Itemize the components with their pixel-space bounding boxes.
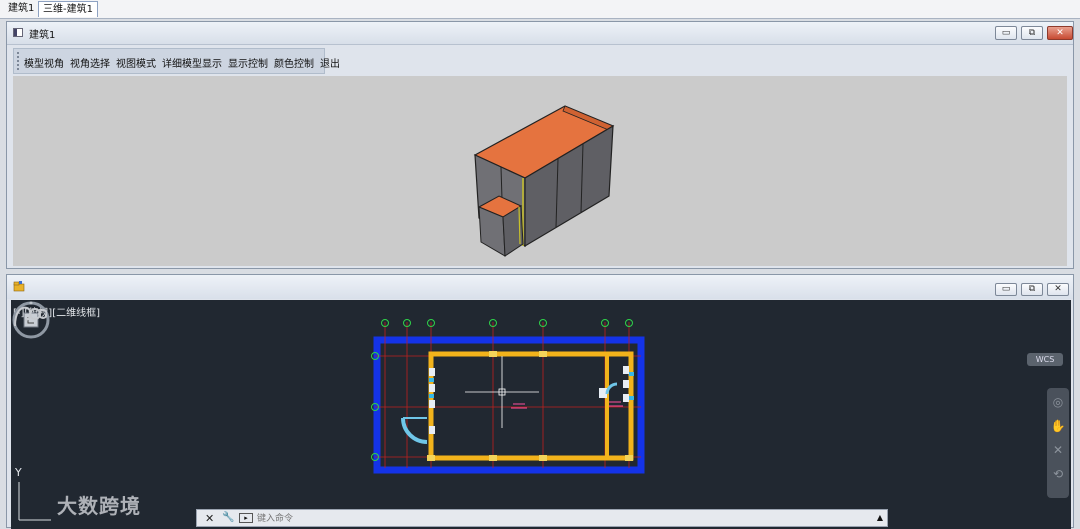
cad-window-titlebar: ▭ ⧉ ✕ — [7, 275, 1073, 299]
folder-icon — [13, 281, 25, 292]
document-tabs: 建筑1 三维-建筑1 — [0, 0, 1080, 19]
orbit-icon[interactable]: ⟲ — [1050, 466, 1066, 482]
floor-plan: Y — [14, 319, 645, 521]
menu-view-mode[interactable]: 视图模式 — [116, 55, 156, 70]
restore-button[interactable]: ⧉ — [1021, 26, 1043, 40]
menu-exit[interactable]: 退出 — [320, 55, 340, 70]
steering-wheel-icon[interactable]: ◎ — [1050, 394, 1066, 410]
menu-model-view[interactable]: 模型视角 — [24, 55, 64, 70]
wcs-button[interactable]: WCS — [1027, 353, 1063, 366]
building-3d-model — [473, 105, 615, 257]
cad-close-button[interactable]: ✕ — [1047, 283, 1069, 296]
watermark-text: 大数跨境 — [57, 494, 141, 518]
menu-display-control[interactable]: 显示控制 — [228, 55, 268, 70]
command-input[interactable] — [257, 512, 857, 525]
menu-detail-model[interactable]: 详细模型显示 — [162, 55, 222, 70]
close-button[interactable]: ✕ — [1047, 26, 1073, 40]
drawing-canvas[interactable]: [-][俯视][二维线框] Y WCS ◎ ✋ ✕ ⟲ 大数跨境 — [11, 300, 1071, 529]
cad-restore-button[interactable]: ⧉ — [1021, 283, 1043, 296]
tab-3d-building1[interactable]: 三维-建筑1 — [38, 1, 98, 17]
navigation-bar: ◎ ✋ ✕ ⟲ — [1047, 388, 1069, 498]
minimize-button[interactable]: ▭ — [995, 26, 1017, 40]
pan-hand-icon[interactable]: ✋ — [1050, 418, 1066, 434]
3d-window-titlebar: 建筑1 ▭ ⧉ ✕ — [7, 22, 1073, 45]
tab-building1[interactable]: 建筑1 — [4, 1, 38, 16]
3d-window-title: 建筑1 — [29, 30, 56, 41]
command-prompt-icon[interactable]: ▸ — [239, 513, 253, 523]
3d-view-window: 建筑1 ▭ ⧉ ✕ 模型视角 视角选择 视图模式 详细模型显示 显示控制 颜色控制 退出 — [6, 21, 1074, 269]
ucs-y-label: Y — [14, 466, 22, 479]
command-line: ✕ 🔧 ▸ ▲ — [196, 509, 888, 527]
cad-window: ▭ ⧉ ✕ [-][俯视][二维线框] Y WCS ◎ ✋ ✕ ⟲ 大数跨境 — [6, 274, 1074, 529]
zoom-icon[interactable]: ✕ — [1050, 442, 1066, 458]
watermark-logo-icon — [14, 306, 47, 327]
menu-color-control[interactable]: 颜色控制 — [274, 55, 314, 70]
command-history-arrow-icon[interactable]: ▲ — [877, 513, 883, 522]
close-icon[interactable]: ✕ — [205, 512, 214, 525]
3d-viewport[interactable] — [13, 76, 1067, 266]
menu-bar: 模型视角 视角选择 视图模式 详细模型显示 显示控制 颜色控制 退出 — [13, 48, 340, 74]
wrench-icon[interactable]: 🔧 — [222, 512, 234, 523]
cad-minimize-button[interactable]: ▭ — [995, 283, 1017, 296]
toolbar-grip[interactable] — [17, 52, 21, 70]
menu-view-select[interactable]: 视角选择 — [70, 55, 110, 70]
window-icon — [13, 28, 23, 37]
